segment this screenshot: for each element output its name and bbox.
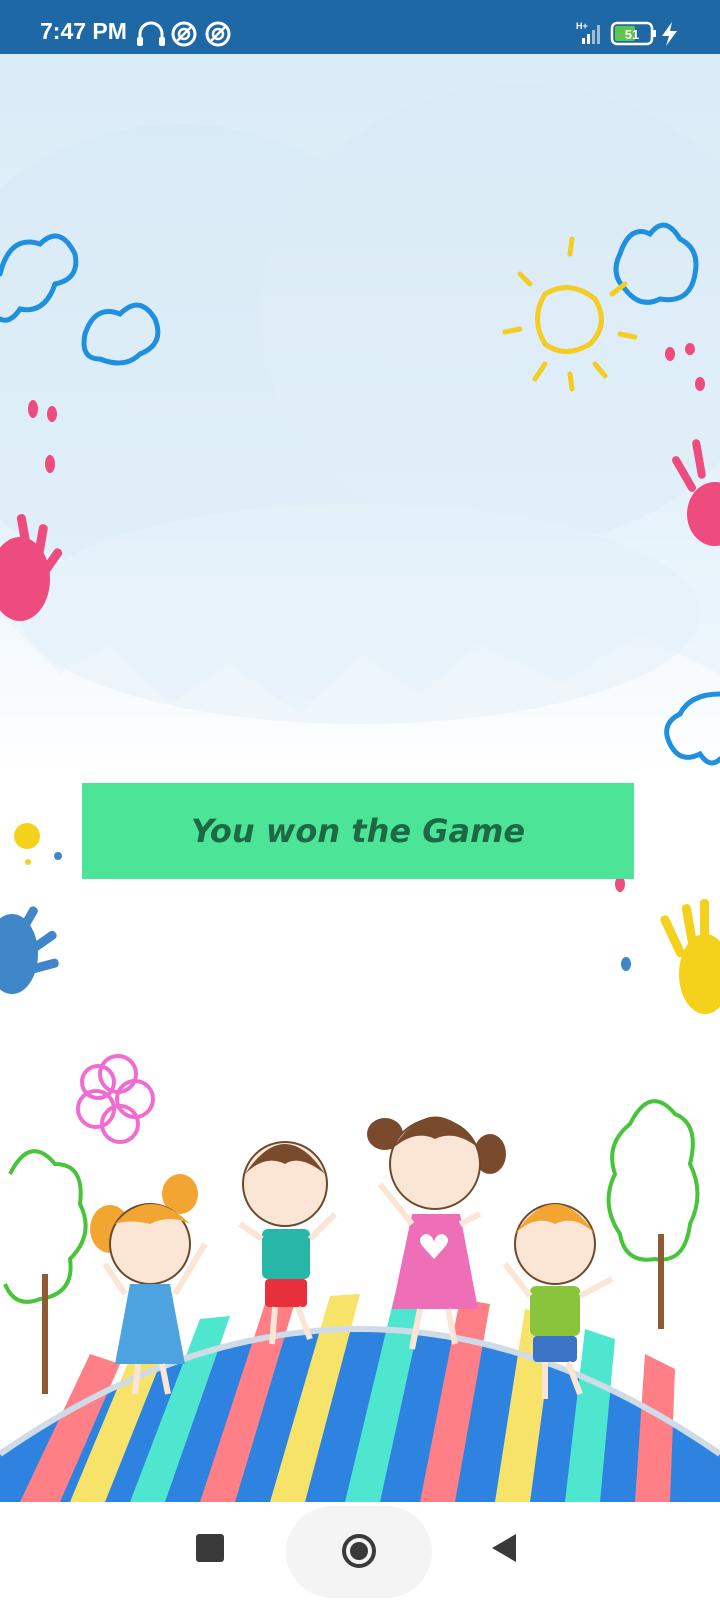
home-icon[interactable] xyxy=(342,1534,376,1568)
handprint-yellow-icon xyxy=(615,876,720,1014)
charging-icon xyxy=(662,22,677,46)
tree-icon xyxy=(606,1099,700,1329)
flower-icon xyxy=(76,1054,155,1144)
result-banner: You won the Game xyxy=(82,783,634,879)
sync-icon xyxy=(205,21,231,47)
game-background: You won the Game xyxy=(0,54,720,1502)
result-message: You won the Game xyxy=(190,812,526,850)
background-illustration xyxy=(0,54,720,1502)
watercolor-wash xyxy=(0,54,720,724)
network-type-label: H+ xyxy=(576,21,588,31)
rainbow-hill xyxy=(0,1294,720,1502)
status-time: 7:47 PM xyxy=(40,18,127,44)
battery-level: 51 xyxy=(625,27,639,42)
paint-dots xyxy=(14,823,62,865)
recent-apps-icon[interactable] xyxy=(196,1534,224,1562)
status-icons-left xyxy=(137,21,231,47)
tree-icon xyxy=(3,1149,88,1394)
status-icons-right: H+ 51 xyxy=(576,21,677,46)
handprint-blue-icon xyxy=(0,906,59,994)
battery-icon: 51 xyxy=(610,21,656,46)
navigation-bar xyxy=(0,1502,720,1600)
sync-icon xyxy=(171,21,197,47)
back-icon[interactable] xyxy=(492,1534,516,1562)
status-bar: 7:47 PM H+ 51 xyxy=(0,0,720,54)
headphones-icon xyxy=(137,21,165,46)
